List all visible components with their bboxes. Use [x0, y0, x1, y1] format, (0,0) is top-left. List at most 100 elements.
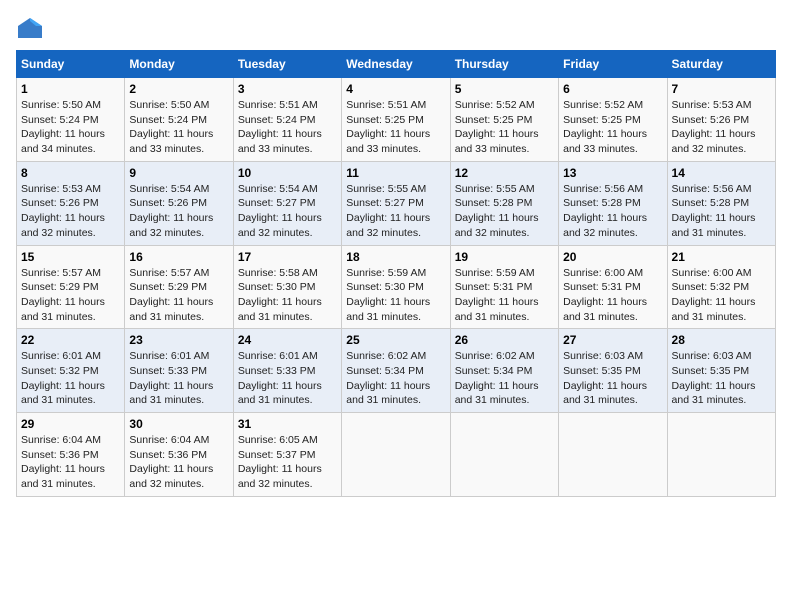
calendar-cell: 9Sunrise: 5:54 AMSunset: 5:26 PMDaylight…	[125, 161, 233, 245]
calendar-cell: 3Sunrise: 5:51 AMSunset: 5:24 PMDaylight…	[233, 78, 341, 162]
calendar-cell: 11Sunrise: 5:55 AMSunset: 5:27 PMDayligh…	[342, 161, 450, 245]
calendar-cell: 28Sunrise: 6:03 AMSunset: 5:35 PMDayligh…	[667, 329, 775, 413]
calendar-cell: 19 Sunrise: 5:59 AMSunset: 5:31 PMDayligh…	[450, 245, 558, 329]
day-info: Sunrise: 6:04 AMSunset: 5:36 PMDaylight:…	[129, 434, 213, 490]
day-info: Sunrise: 6:01 AMSunset: 5:32 PMDaylight:…	[21, 350, 105, 406]
day-info: Sunrise: 5:58 AMSunset: 5:30 PMDaylight:…	[238, 267, 322, 323]
calendar-table: SundayMondayTuesdayWednesdayThursdayFrid…	[16, 50, 776, 497]
calendar-cell: 4 Sunrise: 5:51 AMSunset: 5:25 PMDaylight…	[342, 78, 450, 162]
day-number: 17	[238, 250, 337, 264]
day-number: 14	[672, 166, 771, 180]
calendar-cell: 27 Sunrise: 6:03 AMSunset: 5:35 PMDayligh…	[559, 329, 667, 413]
column-header-sunday: Sunday	[17, 51, 125, 78]
calendar-week-4: 22 Sunrise: 6:01 AMSunset: 5:32 PMDayligh…	[17, 329, 776, 413]
day-info: Sunrise: 6:04 AMSunset: 5:36 PMDaylight:…	[21, 434, 105, 490]
day-number: 24	[238, 333, 337, 347]
day-info: Sunrise: 5:57 AMSunset: 5:29 PMDaylight:…	[21, 267, 105, 323]
day-number: 22	[21, 333, 120, 347]
calendar-cell: 29Sunrise: 6:04 AMSunset: 5:36 PMDayligh…	[17, 413, 125, 497]
column-header-saturday: Saturday	[667, 51, 775, 78]
calendar-header-row: SundayMondayTuesdayWednesdayThursdayFrid…	[17, 51, 776, 78]
calendar-cell	[559, 413, 667, 497]
day-info: Sunrise: 6:01 AMSunset: 5:33 PMDaylight:…	[238, 350, 322, 406]
day-info: Sunrise: 6:05 AMSunset: 5:37 PMDaylight:…	[238, 434, 322, 490]
calendar-week-2: 8 Sunrise: 5:53 AMSunset: 5:26 PMDaylight…	[17, 161, 776, 245]
day-number: 12	[455, 166, 554, 180]
day-info: Sunrise: 5:53 AMSunset: 5:26 PMDaylight:…	[21, 183, 105, 239]
calendar-cell: 6 Sunrise: 5:52 AMSunset: 5:25 PMDaylight…	[559, 78, 667, 162]
day-info: Sunrise: 5:54 AMSunset: 5:27 PMDaylight:…	[238, 183, 322, 239]
day-number: 7	[672, 82, 771, 96]
calendar-cell: 10 Sunrise: 5:54 AMSunset: 5:27 PMDayligh…	[233, 161, 341, 245]
day-number: 6	[563, 82, 662, 96]
calendar-cell: 26 Sunrise: 6:02 AMSunset: 5:34 PMDayligh…	[450, 329, 558, 413]
calendar-cell: 8 Sunrise: 5:53 AMSunset: 5:26 PMDaylight…	[17, 161, 125, 245]
calendar-cell: 5Sunrise: 5:52 AMSunset: 5:25 PMDaylight…	[450, 78, 558, 162]
day-number: 3	[238, 82, 337, 96]
day-info: Sunrise: 5:52 AMSunset: 5:25 PMDaylight:…	[455, 99, 539, 155]
day-number: 2	[129, 82, 228, 96]
column-header-tuesday: Tuesday	[233, 51, 341, 78]
day-info: Sunrise: 5:50 AMSunset: 5:24 PMDaylight:…	[21, 99, 105, 155]
calendar-cell	[450, 413, 558, 497]
calendar-cell: 30 Sunrise: 6:04 AMSunset: 5:36 PMDayligh…	[125, 413, 233, 497]
day-info: Sunrise: 5:50 AMSunset: 5:24 PMDaylight:…	[129, 99, 213, 155]
day-info: Sunrise: 5:51 AMSunset: 5:25 PMDaylight:…	[346, 99, 430, 155]
column-header-friday: Friday	[559, 51, 667, 78]
day-number: 16	[129, 250, 228, 264]
column-header-monday: Monday	[125, 51, 233, 78]
calendar-cell: 2 Sunrise: 5:50 AMSunset: 5:24 PMDaylight…	[125, 78, 233, 162]
day-info: Sunrise: 5:53 AMSunset: 5:26 PMDaylight:…	[672, 99, 756, 155]
day-number: 1	[21, 82, 120, 96]
day-number: 10	[238, 166, 337, 180]
day-number: 23	[129, 333, 228, 347]
day-number: 13	[563, 166, 662, 180]
day-info: Sunrise: 5:59 AMSunset: 5:30 PMDaylight:…	[346, 267, 430, 323]
day-info: Sunrise: 6:00 AMSunset: 5:31 PMDaylight:…	[563, 267, 647, 323]
calendar-cell	[342, 413, 450, 497]
day-number: 20	[563, 250, 662, 264]
day-info: Sunrise: 5:56 AMSunset: 5:28 PMDaylight:…	[672, 183, 756, 239]
calendar-week-3: 15 Sunrise: 5:57 AMSunset: 5:29 PMDayligh…	[17, 245, 776, 329]
day-info: Sunrise: 5:57 AMSunset: 5:29 PMDaylight:…	[129, 267, 213, 323]
day-info: Sunrise: 5:56 AMSunset: 5:28 PMDaylight:…	[563, 183, 647, 239]
day-number: 15	[21, 250, 120, 264]
day-number: 4	[346, 82, 445, 96]
day-number: 21	[672, 250, 771, 264]
day-info: Sunrise: 5:54 AMSunset: 5:26 PMDaylight:…	[129, 183, 213, 239]
calendar-cell: 24 Sunrise: 6:01 AMSunset: 5:33 PMDayligh…	[233, 329, 341, 413]
calendar-cell: 13 Sunrise: 5:56 AMSunset: 5:28 PMDayligh…	[559, 161, 667, 245]
column-header-thursday: Thursday	[450, 51, 558, 78]
column-header-wednesday: Wednesday	[342, 51, 450, 78]
calendar-body: 1 Sunrise: 5:50 AMSunset: 5:24 PMDaylight…	[17, 78, 776, 497]
day-number: 26	[455, 333, 554, 347]
day-number: 8	[21, 166, 120, 180]
calendar-cell: 14 Sunrise: 5:56 AMSunset: 5:28 PMDayligh…	[667, 161, 775, 245]
calendar-week-5: 29Sunrise: 6:04 AMSunset: 5:36 PMDayligh…	[17, 413, 776, 497]
calendar-cell: 31 Sunrise: 6:05 AMSunset: 5:37 PMDayligh…	[233, 413, 341, 497]
day-info: Sunrise: 6:00 AMSunset: 5:32 PMDaylight:…	[672, 267, 756, 323]
calendar-cell: 25 Sunrise: 6:02 AMSunset: 5:34 PMDayligh…	[342, 329, 450, 413]
calendar-cell: 20 Sunrise: 6:00 AMSunset: 5:31 PMDayligh…	[559, 245, 667, 329]
day-number: 25	[346, 333, 445, 347]
day-number: 18	[346, 250, 445, 264]
day-info: Sunrise: 6:02 AMSunset: 5:34 PMDaylight:…	[455, 350, 539, 406]
calendar-cell: 23 Sunrise: 6:01 AMSunset: 5:33 PMDayligh…	[125, 329, 233, 413]
day-info: Sunrise: 6:02 AMSunset: 5:34 PMDaylight:…	[346, 350, 430, 406]
day-info: Sunrise: 6:03 AMSunset: 5:35 PMDaylight:…	[563, 350, 647, 406]
calendar-cell: 18 Sunrise: 5:59 AMSunset: 5:30 PMDayligh…	[342, 245, 450, 329]
calendar-cell: 1 Sunrise: 5:50 AMSunset: 5:24 PMDaylight…	[17, 78, 125, 162]
day-number: 30	[129, 417, 228, 431]
day-number: 31	[238, 417, 337, 431]
day-number: 11	[346, 166, 445, 180]
calendar-week-1: 1 Sunrise: 5:50 AMSunset: 5:24 PMDaylight…	[17, 78, 776, 162]
day-number: 27	[563, 333, 662, 347]
day-info: Sunrise: 5:59 AMSunset: 5:31 PMDaylight:…	[455, 267, 539, 323]
day-info: Sunrise: 5:52 AMSunset: 5:25 PMDaylight:…	[563, 99, 647, 155]
calendar-cell: 21 Sunrise: 6:00 AMSunset: 5:32 PMDayligh…	[667, 245, 775, 329]
day-number: 28	[672, 333, 771, 347]
day-number: 19	[455, 250, 554, 264]
calendar-cell: 22 Sunrise: 6:01 AMSunset: 5:32 PMDayligh…	[17, 329, 125, 413]
calendar-cell: 17 Sunrise: 5:58 AMSunset: 5:30 PMDayligh…	[233, 245, 341, 329]
day-info: Sunrise: 6:01 AMSunset: 5:33 PMDaylight:…	[129, 350, 213, 406]
